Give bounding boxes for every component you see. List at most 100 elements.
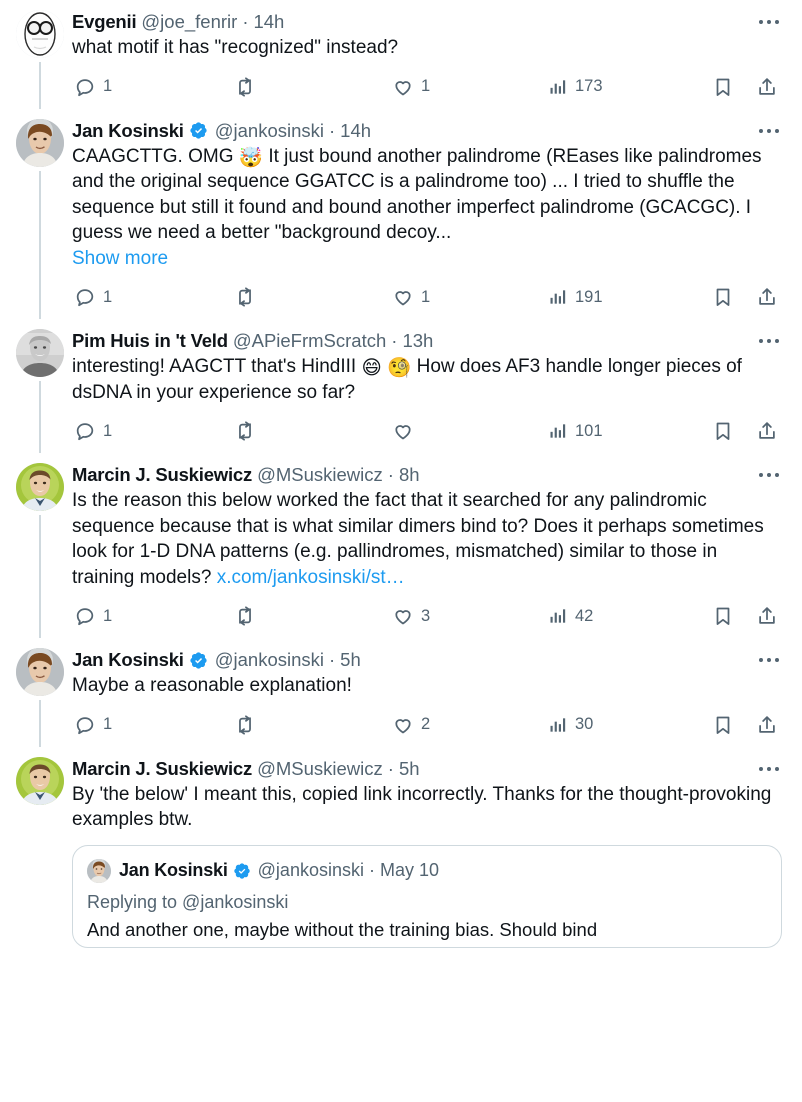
tweet-item[interactable]: Evgenii @joe_fenrir · 14h what motif it … [0,0,802,109]
display-name[interactable]: Marcin J. Suskiewicz [72,464,252,486]
like-button[interactable]: 1 [392,73,430,101]
avatar[interactable] [16,10,64,58]
bookmark-button[interactable] [712,283,734,311]
more-options-button[interactable] [752,330,786,352]
retweet-icon [239,76,251,97]
like-button[interactable]: 3 [392,602,430,630]
reply-button[interactable]: 1 [74,73,112,101]
tweet-item[interactable]: Pim Huis in 't Veld @APieFrmScratch · 13… [0,319,802,453]
reply-count: 1 [103,421,113,440]
retweet-button[interactable] [234,711,263,739]
display-name[interactable]: Jan Kosinski [72,120,184,142]
bookmark-button[interactable] [712,73,734,101]
more-options-button[interactable] [752,464,786,486]
share-icon [759,77,775,95]
tweet-item[interactable]: Marcin J. Suskiewicz @MSuskiewicz · 5h B… [0,747,802,952]
separator-dot: · [387,464,394,485]
more-options-button[interactable] [752,11,786,33]
bookmark-icon [716,78,730,96]
like-count: 2 [421,715,431,734]
tweet-text-segment: Is the reason this below worked the fact… [72,490,764,588]
quoted-tweet-card[interactable]: Jan Kosinski @jankosinski · May 10 Reply… [72,844,782,948]
reply-button[interactable]: 1 [74,283,112,311]
retweet-button[interactable] [234,283,263,311]
like-button[interactable]: 2 [392,711,430,739]
timestamp[interactable]: 13h [402,330,433,352]
quoted-user-handle[interactable]: @jankosinski [258,860,364,881]
tweet-text: Maybe a reasonable explanation! [72,675,352,696]
tweet-item[interactable]: Marcin J. Suskiewicz @MSuskiewicz · 8h I… [0,453,802,638]
views-button[interactable]: 42 [548,602,593,630]
photo-jan-avatar-icon [16,648,64,696]
reply-count: 1 [103,287,113,306]
display-name[interactable]: Marcin J. Suskiewicz [72,758,252,780]
display-name[interactable]: Pim Huis in 't Veld [72,330,228,352]
user-handle[interactable]: @MSuskiewicz [257,464,383,486]
view-count: 42 [575,606,594,625]
views-button[interactable]: 191 [548,283,603,311]
views-bar-chart-icon [550,609,566,623]
reply-icon [76,423,94,441]
avatar[interactable] [16,329,64,377]
like-button[interactable]: 1 [392,283,430,311]
share-button[interactable] [756,417,778,445]
view-count: 101 [575,421,603,440]
timestamp[interactable]: 8h [399,464,420,486]
more-options-button[interactable] [752,758,786,780]
user-handle[interactable]: @APieFrmScratch [233,330,386,352]
views-button[interactable]: 101 [548,417,603,445]
tweet-actions: 1 1 173 [72,69,775,105]
user-handle[interactable]: @jankosinski [215,120,324,142]
avatar[interactable] [16,118,64,167]
tweet-link[interactable]: x.com/jankosinski/st… [217,567,405,588]
like-button[interactable] [392,417,421,445]
tweet-actions: 1 1 191 [72,279,775,315]
retweet-button[interactable] [234,73,263,101]
more-options-button[interactable] [752,120,786,142]
timestamp[interactable]: 5h [399,758,420,780]
thread-connector-line [39,381,41,453]
more-options-button[interactable] [752,649,786,671]
avatar[interactable] [16,648,64,696]
views-button[interactable]: 173 [548,73,603,101]
views-button[interactable]: 30 [548,711,593,739]
bookmark-button[interactable] [712,602,734,630]
quoted-display-name[interactable]: Jan Kosinski [119,860,228,881]
display-name[interactable]: Evgenii [72,11,137,33]
tweet-text-segment: CAAGCTTG. OMG [72,145,239,167]
share-button[interactable] [756,283,778,311]
quoted-avatar[interactable] [87,858,111,883]
tweet-item[interactable]: Jan Kosinski @jankosinski · 14h CAAGCTTG… [0,109,802,319]
share-button[interactable] [756,73,778,101]
retweet-button[interactable] [234,602,263,630]
retweet-button[interactable] [234,417,263,445]
show-more-link[interactable]: Show more [72,246,782,272]
share-button[interactable] [756,602,778,630]
timestamp[interactable]: 14h [340,120,371,142]
photo-jan-avatar-icon [87,858,111,883]
user-handle[interactable]: @joe_fenrir [141,11,237,33]
display-name[interactable]: Jan Kosinski [72,649,184,671]
reply-button[interactable]: 1 [74,417,112,445]
bookmark-icon [716,288,730,306]
user-handle[interactable]: @MSuskiewicz [257,758,383,780]
tweet-header: Jan Kosinski @jankosinski · 14h [72,119,782,143]
bookmark-button[interactable] [712,417,734,445]
reply-button[interactable]: 1 [74,711,112,739]
share-button[interactable] [756,711,778,739]
tweet-gutter [12,329,68,453]
user-handle[interactable]: @jankosinski [215,649,324,671]
like-heart-icon [395,718,411,733]
tweet-header: Jan Kosinski @jankosinski · 5h [72,648,782,672]
timestamp[interactable]: 14h [253,11,284,33]
timestamp[interactable]: 5h [340,649,361,671]
views-bar-chart-icon [550,717,566,732]
avatar[interactable] [16,463,64,511]
reply-button[interactable]: 1 [74,602,112,630]
bookmark-button[interactable] [712,711,734,739]
avatar[interactable] [16,756,64,805]
tweet-item[interactable]: Jan Kosinski @jankosinski · 5h Maybe a r… [0,638,802,747]
thread-connector-line [39,170,41,319]
reply-count: 1 [103,606,113,625]
photo-marcin-avatar-icon [16,756,64,805]
